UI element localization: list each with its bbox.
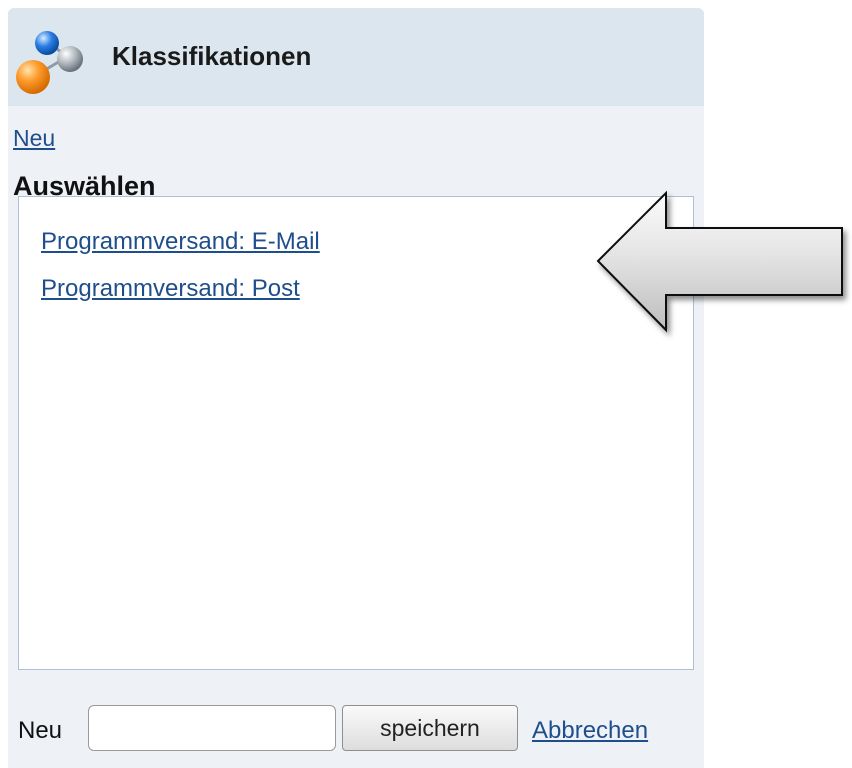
- save-button[interactable]: speichern: [342, 705, 518, 751]
- classification-list[interactable]: Programmversand: E-Mail Programmversand:…: [18, 196, 694, 670]
- panel-title: Klassifikationen: [112, 41, 312, 71]
- new-classification-label: Neu: [18, 717, 63, 744]
- new-classification-input[interactable]: [88, 705, 336, 751]
- cancel-link[interactable]: Abbrechen: [532, 717, 648, 745]
- new-link[interactable]: Neu: [13, 125, 55, 152]
- colored-spheres-icon: [16, 31, 83, 94]
- classification-panel: Klassifikationen Neu Auswählen Programmv…: [8, 8, 704, 768]
- list-item-post[interactable]: Programmversand: Post: [41, 275, 300, 303]
- list-item-email[interactable]: Programmversand: E-Mail: [41, 228, 320, 256]
- panel-header: Klassifikationen: [8, 8, 704, 106]
